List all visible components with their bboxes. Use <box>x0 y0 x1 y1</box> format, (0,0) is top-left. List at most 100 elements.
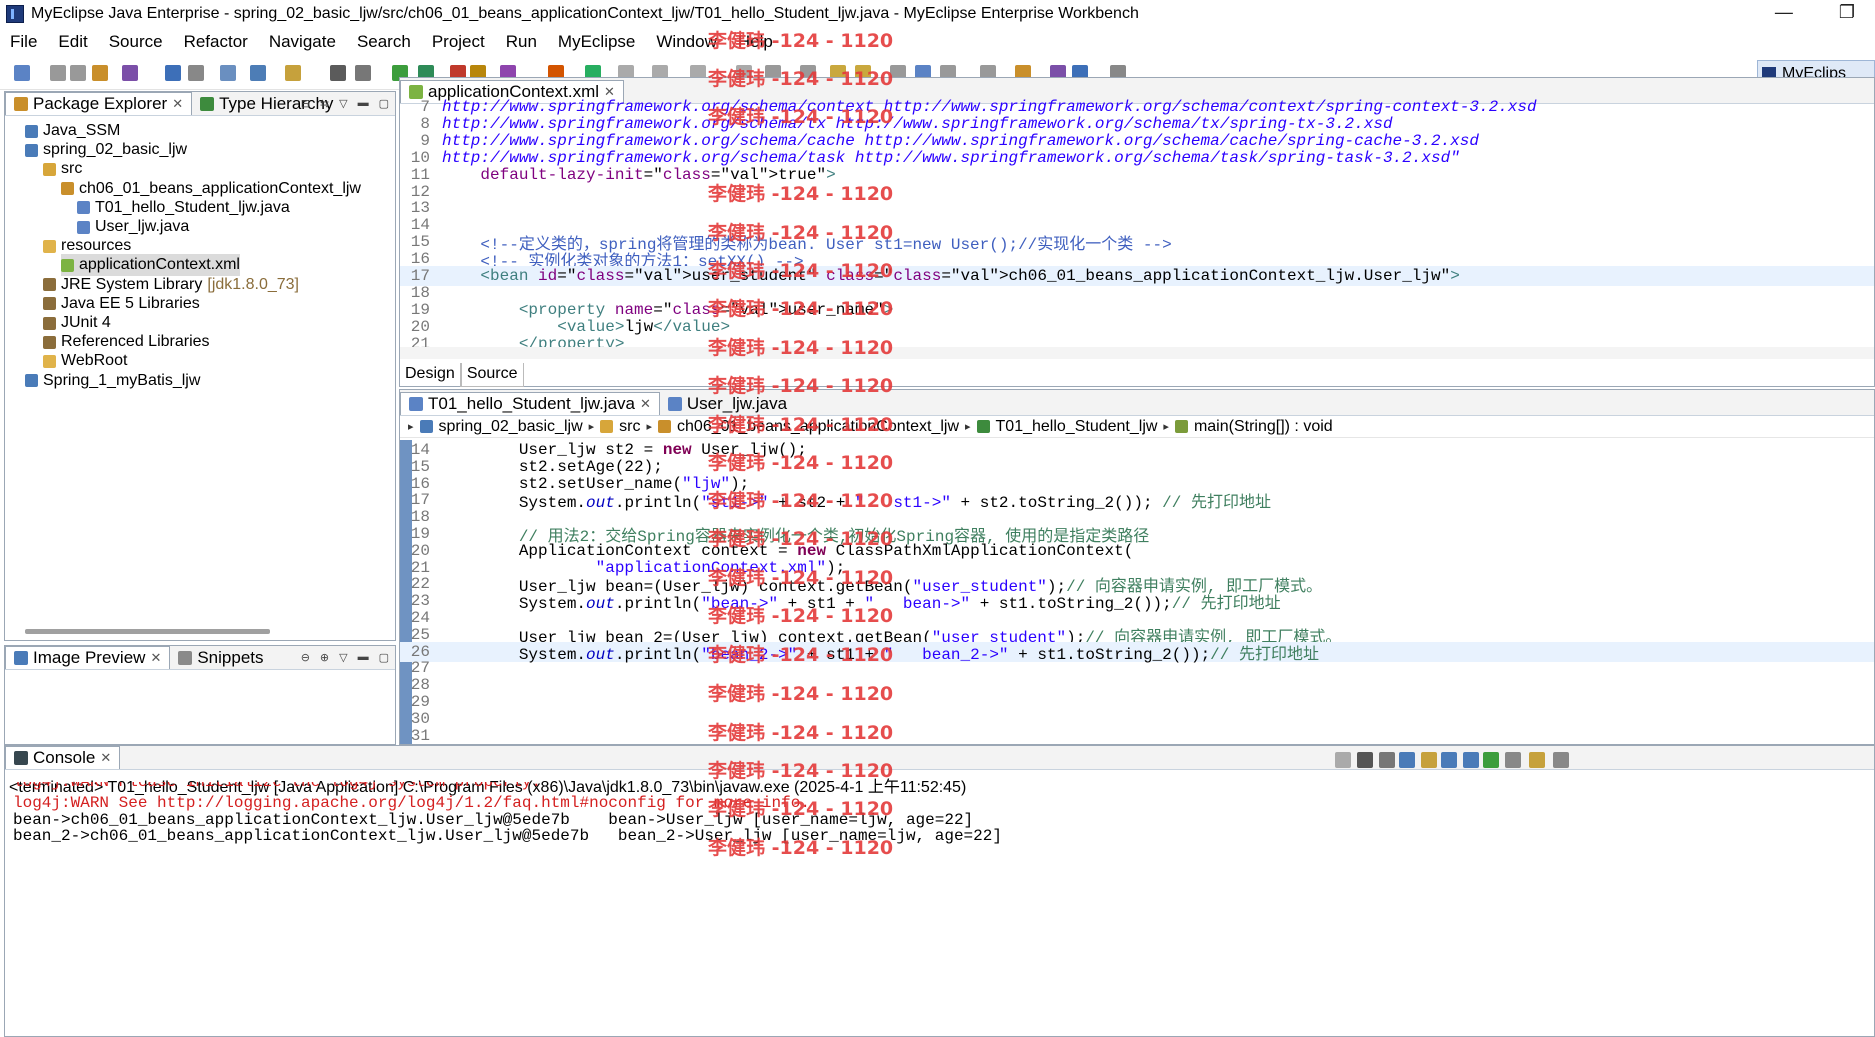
close-icon[interactable]: ✕ <box>100 750 111 766</box>
method-icon <box>1174 420 1188 433</box>
breadcrumb-separator-icon: ▸ <box>646 421 653 433</box>
tab-source[interactable]: Source <box>460 363 524 387</box>
console-toolbar-icon[interactable] <box>1379 752 1395 768</box>
window-title: MyEclipse Java Enterprise - spring_02_ba… <box>31 5 1139 22</box>
tree-item-label: Spring_1_myBatis_ljw <box>43 371 201 389</box>
breadcrumb-separator-icon: ▸ <box>408 421 414 433</box>
tab-console[interactable]: Console ✕ <box>5 746 121 769</box>
minimize-button[interactable]: — <box>1775 2 1793 23</box>
breadcrumb-item[interactable]: T01_hello_Student_ljw <box>996 418 1158 436</box>
maximize-view-icon[interactable]: ▢ <box>379 97 389 110</box>
console-toolbar-icon[interactable] <box>1463 752 1479 768</box>
zoom-in-icon[interactable]: ⊕ <box>320 651 329 664</box>
toolbar-button-icon[interactable] <box>355 65 371 81</box>
view-menu-icon[interactable]: ▽ <box>339 651 347 664</box>
toolbar-button-icon[interactable] <box>285 65 301 81</box>
tree-item-label: src <box>61 160 83 178</box>
tree-item[interactable]: Spring_1_myBatis_ljw <box>25 370 200 392</box>
toolbar-button-icon[interactable] <box>70 65 86 81</box>
snippets-icon <box>178 650 193 665</box>
restore-button[interactable]: ❐ <box>1839 2 1855 23</box>
watermark-text: 李健玮 -124 - 1120 <box>708 68 894 90</box>
folder-icon <box>43 239 56 253</box>
tab-snippets[interactable]: Snippets <box>170 646 271 669</box>
toolbar-button-icon[interactable] <box>92 65 108 81</box>
toolbar-button-icon[interactable] <box>50 65 66 81</box>
code-line: 21 </property> <box>400 334 1874 347</box>
xml-code-area[interactable]: 7 http://www.springframework.org/schema/c… <box>400 97 1874 347</box>
horizontal-scrollbar[interactable] <box>400 347 1874 359</box>
watermark-text: 李健玮 -124 - 1120 <box>708 644 894 666</box>
menu-item-myeclipse[interactable]: MyEclipse <box>558 32 635 52</box>
watermark-text: 李健玮 -124 - 1120 <box>708 260 894 282</box>
toolbar-button-icon[interactable] <box>330 65 346 81</box>
watermark-text: 李健玮 -124 - 1120 <box>708 222 894 244</box>
zoom-out-icon[interactable]: ⊖ <box>301 651 310 664</box>
menu-item-refactor[interactable]: Refactor <box>184 32 248 52</box>
close-icon[interactable]: ✕ <box>150 650 161 666</box>
collapse-all-icon[interactable]: ⊟ <box>301 97 310 110</box>
toolbar-button-icon[interactable] <box>165 65 181 81</box>
watermark-text: 李健玮 -124 - 1120 <box>708 452 894 474</box>
tab-image-preview[interactable]: Image Preview ✕ <box>5 646 171 669</box>
xml-editor-panel: applicationContext.xml ✕ 7 http://www.spr… <box>399 77 1875 387</box>
view-menu-icon[interactable]: ▽ <box>339 97 347 110</box>
menu-item-navigate[interactable]: Navigate <box>269 32 336 52</box>
java-code-area[interactable]: 14 User_ljw st2 = new User_ljw(); 15 st2.… <box>400 440 1874 746</box>
tree-item-label: Referenced Libraries <box>61 333 210 351</box>
console-line: log4j:WARN See http://logging.apache.org… <box>13 793 810 812</box>
console-toolbar-icon[interactable] <box>1483 752 1499 768</box>
console-toolbar-icon[interactable] <box>1529 752 1545 768</box>
menu-item-edit[interactable]: Edit <box>58 32 87 52</box>
console-toolbar-icon[interactable] <box>1421 752 1437 768</box>
java-file-icon <box>667 396 682 411</box>
toolbar-button-icon[interactable] <box>220 65 236 81</box>
menu-item-file[interactable]: File <box>10 32 37 52</box>
breadcrumb-item[interactable]: main(String[]) : void <box>1194 418 1333 436</box>
java-file-icon <box>77 220 90 234</box>
tab-label: Package Explorer <box>33 94 168 113</box>
library-icon <box>43 335 56 349</box>
tab-t01-hello-student[interactable]: T01_hello_Student_ljw.java ✕ <box>400 392 660 415</box>
toolbar-button-icon[interactable] <box>188 65 204 81</box>
tree-item-label: Java_SSM <box>43 122 121 139</box>
maximize-view-icon[interactable]: ▢ <box>379 651 389 664</box>
minimize-view-icon[interactable]: ▬ <box>358 651 369 664</box>
library-icon <box>43 278 56 292</box>
menu-bar: File Edit Source Refactor Navigate Search Proj… <box>0 28 1875 55</box>
toolbar-button-icon[interactable] <box>250 65 266 81</box>
tab-label: T01_hello_Student_ljw.java <box>428 394 635 413</box>
watermark-text: 李健玮 -124 - 1120 <box>708 490 894 512</box>
tab-package-explorer[interactable]: Package Explorer ✕ <box>5 92 193 115</box>
close-icon[interactable]: ✕ <box>640 396 651 412</box>
console-toolbar-icon[interactable] <box>1441 752 1457 768</box>
console-toolbar-icon[interactable] <box>1553 752 1569 768</box>
tab-design[interactable]: Design <box>400 363 461 387</box>
horizontal-scrollbar[interactable] <box>25 629 270 634</box>
console-toolbar-icon[interactable] <box>1335 752 1351 768</box>
toolbar-button-icon[interactable] <box>14 65 30 81</box>
menu-item-project[interactable]: Project <box>432 32 485 52</box>
minimize-view-icon[interactable]: ▬ <box>358 97 369 110</box>
toolbar-button-icon[interactable] <box>122 65 138 81</box>
menu-item-source[interactable]: Source <box>109 32 163 52</box>
breadcrumb-item[interactable]: src <box>619 418 640 436</box>
menu-item-run[interactable]: Run <box>506 32 537 52</box>
breadcrumb: ▸ spring_02_basic_ljw ▸ src ▸ ch06_01_beans_a… <box>400 416 1874 438</box>
tree-item-label: WebRoot <box>61 352 128 370</box>
breadcrumb-separator-icon: ▸ <box>965 421 971 433</box>
console-toolbar-icon[interactable] <box>1399 752 1415 768</box>
type-hierarchy-icon <box>200 96 215 111</box>
close-icon[interactable]: ✕ <box>172 96 183 112</box>
watermark-text: 李健玮 -124 - 1120 <box>708 106 894 128</box>
link-editor-icon[interactable]: ⇆ <box>320 97 329 110</box>
java-editor-panel: T01_hello_Student_ljw.java ✕ User_ljw.ja… <box>399 389 1875 745</box>
console-toolbar-icon[interactable] <box>1505 752 1521 768</box>
breadcrumb-item[interactable]: spring_02_basic_ljw <box>439 418 583 436</box>
watermark-text: 李健玮 -124 - 1120 <box>708 722 894 744</box>
project-icon <box>25 374 38 388</box>
tree-item-label: applicationContext.xml <box>79 256 240 274</box>
watermark-text: 李健玮 -124 - 1120 <box>708 798 894 820</box>
menu-item-search[interactable]: Search <box>357 32 411 52</box>
console-toolbar-icon[interactable] <box>1357 752 1373 768</box>
